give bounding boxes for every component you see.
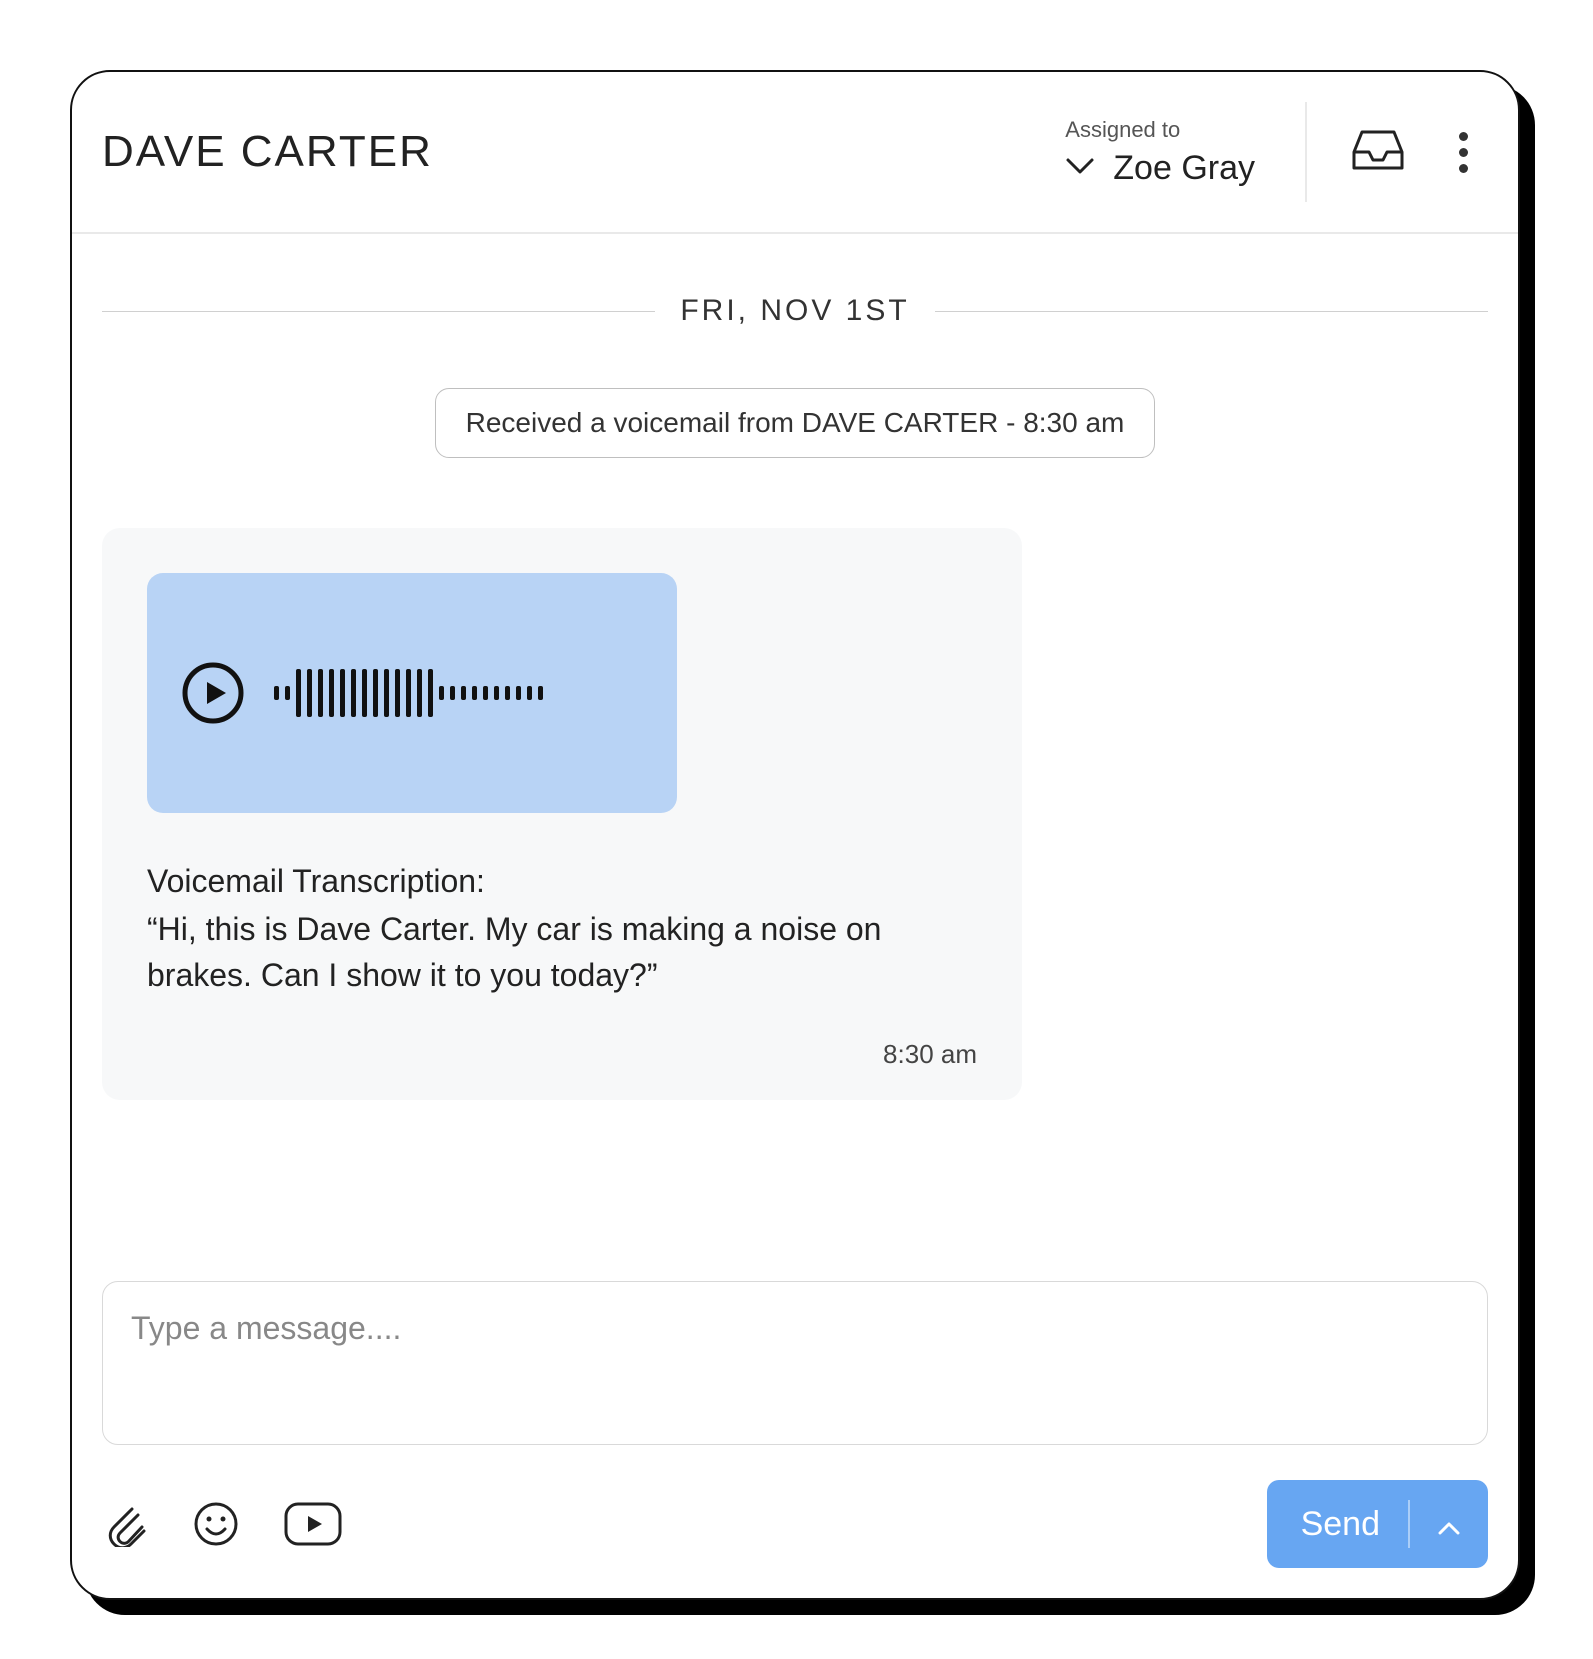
chevron-up-icon	[1438, 1505, 1460, 1544]
date-divider: FRI, NOV 1ST	[102, 294, 1488, 328]
header: DAVE CARTER Assigned to Zoe Gray	[72, 72, 1518, 234]
inbox-icon	[1352, 159, 1404, 176]
transcription-label: Voicemail Transcription:	[147, 863, 977, 900]
emoji-button[interactable]	[193, 1501, 239, 1547]
play-button[interactable]	[182, 662, 244, 724]
more-vertical-icon	[1459, 132, 1468, 173]
assigned-to-dropdown[interactable]: Zoe Gray	[1065, 149, 1255, 188]
play-icon	[182, 662, 244, 724]
message-timestamp: 8:30 am	[147, 1039, 977, 1070]
assigned-to-block: Assigned to Zoe Gray	[1065, 117, 1255, 188]
composer: Send	[72, 1281, 1518, 1598]
smile-icon	[193, 1501, 239, 1547]
send-button-label: Send	[1301, 1505, 1380, 1544]
more-menu-button[interactable]	[1449, 115, 1478, 190]
send-button-divider	[1408, 1500, 1410, 1548]
video-button[interactable]	[284, 1502, 342, 1546]
paperclip-icon	[102, 1501, 148, 1547]
inbox-button[interactable]	[1352, 128, 1404, 177]
conversation-area: FRI, NOV 1ST Received a voicemail from D…	[72, 234, 1518, 1281]
assigned-to-label: Assigned to	[1065, 117, 1255, 143]
conversation-card: DAVE CARTER Assigned to Zoe Gray	[70, 70, 1520, 1600]
message-input[interactable]	[102, 1281, 1488, 1445]
contact-name: DAVE CARTER	[102, 127, 1065, 177]
video-play-icon	[284, 1502, 342, 1546]
composer-toolbar: Send	[102, 1480, 1488, 1568]
voicemail-audio-player	[147, 573, 677, 813]
voicemail-event-chip: Received a voicemail from DAVE CARTER - …	[435, 388, 1156, 458]
assigned-to-name: Zoe Gray	[1113, 149, 1255, 188]
chevron-down-icon	[1065, 156, 1095, 181]
audio-waveform[interactable]	[274, 669, 543, 717]
date-label: FRI, NOV 1ST	[680, 294, 909, 328]
attach-button[interactable]	[102, 1501, 148, 1547]
transcription-body: “Hi, this is Dave Carter. My car is maki…	[147, 906, 977, 999]
header-divider	[1305, 102, 1307, 202]
voicemail-message-bubble: Voicemail Transcription: “Hi, this is Da…	[102, 528, 1022, 1100]
send-button[interactable]: Send	[1267, 1480, 1488, 1568]
